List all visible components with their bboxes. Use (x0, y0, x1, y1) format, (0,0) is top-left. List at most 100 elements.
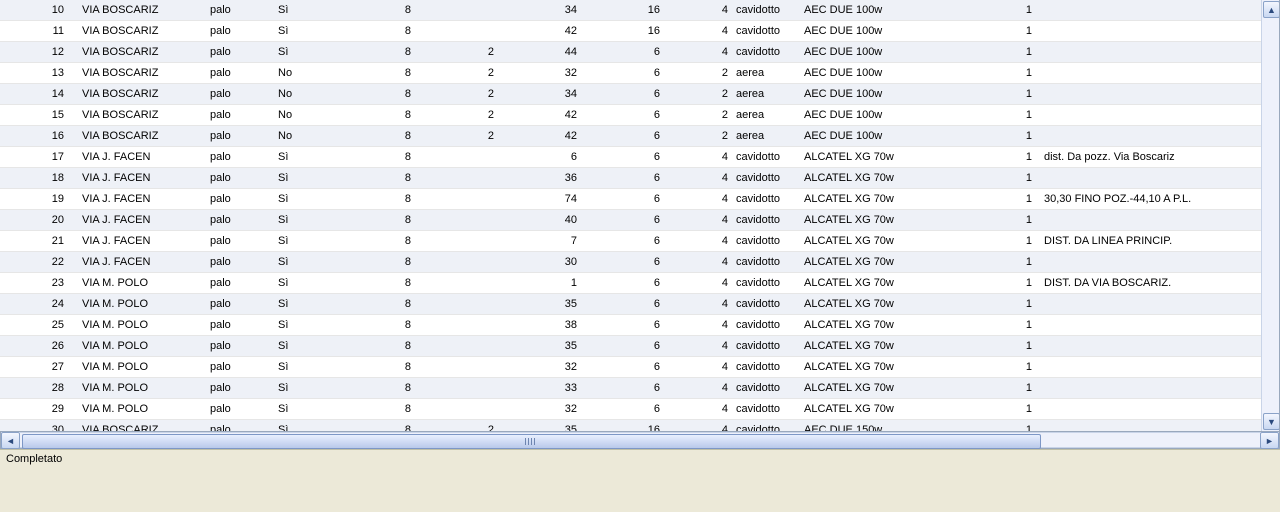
table-row[interactable]: 26VIA M. POLOpaloSì83564cavidottoALCATEL… (0, 336, 1280, 357)
cell-d: 6 (581, 294, 664, 315)
table-row[interactable]: 25VIA M. POLOpaloSì83864cavidottoALCATEL… (0, 315, 1280, 336)
cell-note (1036, 21, 1280, 42)
chevron-down-icon: ▼ (1267, 417, 1276, 427)
chevron-up-icon: ▲ (1267, 5, 1276, 15)
cell-b (415, 168, 498, 189)
table-row[interactable]: 16VIA BOSCARIZpaloNo824262aereaAEC DUE 1… (0, 126, 1280, 147)
table-row[interactable]: 23VIA M. POLOpaloSì8164cavidottoALCATEL … (0, 273, 1280, 294)
cell-n: 28 (0, 378, 72, 399)
cell-c: 6 (498, 147, 581, 168)
cell-lamp: ALCATEL XG 70w (800, 378, 1008, 399)
cell-b: 2 (415, 42, 498, 63)
scroll-thumb[interactable] (22, 434, 1041, 449)
table-row[interactable]: 29VIA M. POLOpaloSì83264cavidottoALCATEL… (0, 399, 1280, 420)
cell-q: 1 (1008, 21, 1036, 42)
cell-via: VIA J. FACEN (72, 189, 206, 210)
table-row[interactable]: 15VIA BOSCARIZpaloNo824262aereaAEC DUE 1… (0, 105, 1280, 126)
scroll-right-button[interactable]: ► (1260, 432, 1279, 449)
cell-sn: Sì (274, 357, 332, 378)
cell-rete: aerea (732, 84, 800, 105)
cell-rete: cavidotto (732, 21, 800, 42)
table-row[interactable]: 13VIA BOSCARIZpaloNo823262aereaAEC DUE 1… (0, 63, 1280, 84)
cell-b (415, 399, 498, 420)
cell-rete: aerea (732, 105, 800, 126)
scroll-up-button[interactable]: ▲ (1263, 1, 1280, 18)
cell-a: 8 (332, 252, 415, 273)
table-row[interactable]: 21VIA J. FACENpaloSì8764cavidottoALCATEL… (0, 231, 1280, 252)
horizontal-scrollbar[interactable]: ◄ ► (0, 432, 1280, 449)
cell-q: 1 (1008, 399, 1036, 420)
vertical-scrollbar[interactable]: ▲ ▼ (1261, 0, 1279, 432)
cell-tipo: palo (206, 126, 274, 147)
cell-sn: Sì (274, 252, 332, 273)
cell-n: 24 (0, 294, 72, 315)
cell-tipo: palo (206, 168, 274, 189)
cell-rete: cavidotto (732, 294, 800, 315)
cell-e: 4 (664, 147, 732, 168)
cell-rete: cavidotto (732, 378, 800, 399)
cell-via: VIA BOSCARIZ (72, 42, 206, 63)
cell-b: 2 (415, 63, 498, 84)
cell-tipo: palo (206, 378, 274, 399)
cell-lamp: ALCATEL XG 70w (800, 357, 1008, 378)
cell-c: 40 (498, 210, 581, 231)
data-grid[interactable]: 10VIA BOSCARIZpaloSì834164cavidottoAEC D… (0, 0, 1280, 432)
cell-d: 6 (581, 189, 664, 210)
table-row[interactable]: 24VIA M. POLOpaloSì83564cavidottoALCATEL… (0, 294, 1280, 315)
cell-sn: No (274, 63, 332, 84)
cell-via: VIA J. FACEN (72, 147, 206, 168)
table-row[interactable]: 17VIA J. FACENpaloSì8664cavidottoALCATEL… (0, 147, 1280, 168)
cell-a: 8 (332, 273, 415, 294)
cell-sn: Sì (274, 42, 332, 63)
cell-tipo: palo (206, 63, 274, 84)
cell-sn: No (274, 105, 332, 126)
table-row[interactable]: 12VIA BOSCARIZpaloSì824464cavidottoAEC D… (0, 42, 1280, 63)
cell-e: 4 (664, 210, 732, 231)
cell-tipo: palo (206, 210, 274, 231)
cell-e: 4 (664, 42, 732, 63)
cell-q: 1 (1008, 189, 1036, 210)
cell-note (1036, 399, 1280, 420)
cell-note: DIST. DA VIA BOSCARIZ. (1036, 273, 1280, 294)
cell-n: 30 (0, 420, 72, 433)
cell-a: 8 (332, 105, 415, 126)
table-row[interactable]: 20VIA J. FACENpaloSì84064cavidottoALCATE… (0, 210, 1280, 231)
cell-d: 6 (581, 399, 664, 420)
cell-n: 29 (0, 399, 72, 420)
cell-b (415, 21, 498, 42)
scroll-down-button[interactable]: ▼ (1263, 413, 1280, 430)
cell-lamp: ALCATEL XG 70w (800, 273, 1008, 294)
cell-c: 33 (498, 378, 581, 399)
cell-via: VIA M. POLO (72, 315, 206, 336)
scroll-track[interactable] (20, 432, 1260, 448)
table-row[interactable]: 28VIA M. POLOpaloSì83364cavidottoALCATEL… (0, 378, 1280, 399)
table-row[interactable]: 14VIA BOSCARIZpaloNo823462aereaAEC DUE 1… (0, 84, 1280, 105)
scroll-left-button[interactable]: ◄ (1, 432, 20, 449)
cell-tipo: palo (206, 21, 274, 42)
cell-a: 8 (332, 63, 415, 84)
cell-n: 22 (0, 252, 72, 273)
cell-lamp: AEC DUE 100w (800, 84, 1008, 105)
table-row[interactable]: 27VIA M. POLOpaloSì83264cavidottoALCATEL… (0, 357, 1280, 378)
cell-via: VIA BOSCARIZ (72, 420, 206, 433)
table-row[interactable]: 22VIA J. FACENpaloSì83064cavidottoALCATE… (0, 252, 1280, 273)
cell-c: 7 (498, 231, 581, 252)
table-row[interactable]: 19VIA J. FACENpaloSì87464cavidottoALCATE… (0, 189, 1280, 210)
cell-lamp: ALCATEL XG 70w (800, 336, 1008, 357)
cell-q: 1 (1008, 210, 1036, 231)
table-row[interactable]: 10VIA BOSCARIZpaloSì834164cavidottoAEC D… (0, 0, 1280, 21)
cell-e: 4 (664, 252, 732, 273)
cell-c: 35 (498, 336, 581, 357)
cell-c: 35 (498, 420, 581, 433)
cell-rete: cavidotto (732, 357, 800, 378)
table-row[interactable]: 18VIA J. FACENpaloSì83664cavidottoALCATE… (0, 168, 1280, 189)
cell-sn: Sì (274, 210, 332, 231)
cell-note (1036, 357, 1280, 378)
cell-d: 6 (581, 126, 664, 147)
table-row[interactable]: 11VIA BOSCARIZpaloSì842164cavidottoAEC D… (0, 21, 1280, 42)
cell-n: 20 (0, 210, 72, 231)
cell-n: 21 (0, 231, 72, 252)
table-row[interactable]: 30VIA BOSCARIZpaloSì8235164cavidottoAEC … (0, 420, 1280, 433)
cell-rete: cavidotto (732, 0, 800, 21)
status-text: Completato (6, 453, 62, 465)
